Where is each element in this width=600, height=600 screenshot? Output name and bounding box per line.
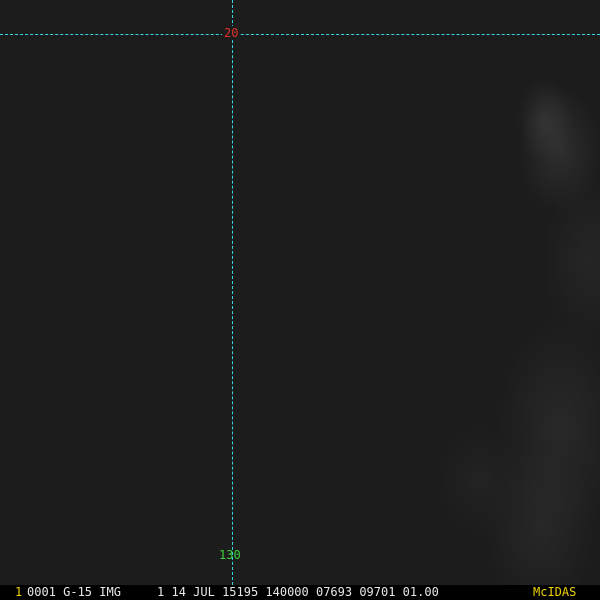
latitude-grid-line	[0, 34, 600, 35]
status-bar: 1 0001 G-15 IMG 1 14 JUL 15195 140000 07…	[0, 585, 600, 600]
latitude-label: 20	[222, 26, 241, 40]
frame-number: 1	[15, 585, 23, 599]
satellite-imagery	[0, 0, 600, 585]
longitude-label: 130	[219, 548, 241, 562]
longitude-grid-line	[232, 0, 233, 585]
mcidas-logo: McIDAS	[533, 585, 577, 599]
satellite-image-viewport: 20 130 1 0001 G-15 IMG 1 14 JUL 15195 14…	[0, 0, 600, 600]
image-info-text: 0001 G-15 IMG 1 14 JUL 15195 140000 0769…	[27, 585, 439, 599]
